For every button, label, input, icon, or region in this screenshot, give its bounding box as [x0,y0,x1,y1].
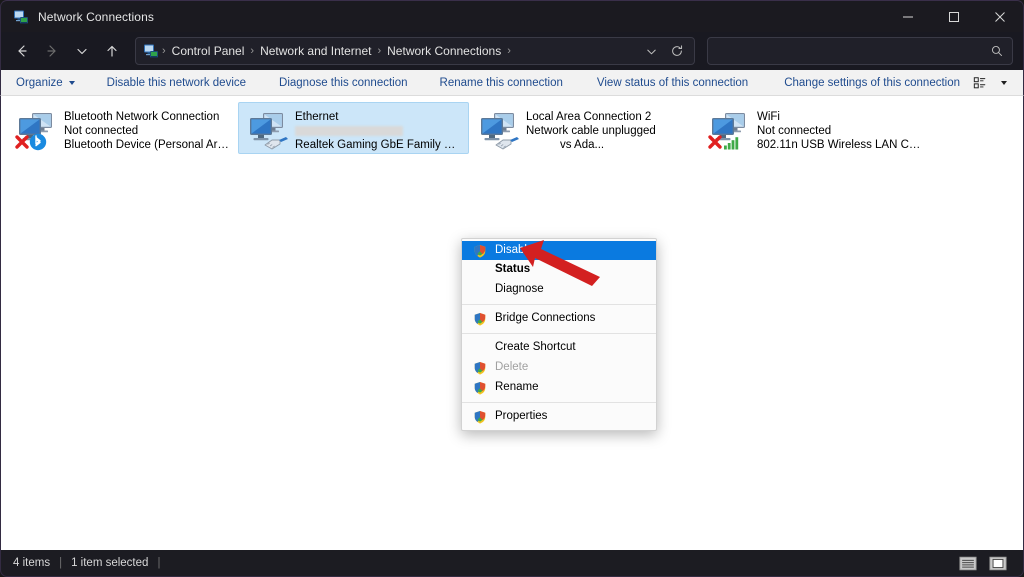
view-status-connection-button[interactable]: View status of this connection [588,74,757,92]
window-controls [885,1,1023,33]
address-bar[interactable]: › Control Panel › Network and Internet ›… [135,37,695,65]
list-item[interactable]: Bluetooth Network Connection Not connect… [7,102,238,154]
organize-button[interactable]: Organize [7,74,84,92]
breadcrumb-control-panel[interactable]: Control Panel [167,42,250,60]
view-mode-buttons [955,553,1017,573]
shield-icon [472,360,488,376]
recent-locations-chevron-down-icon[interactable] [67,37,97,65]
close-icon[interactable] [977,1,1023,33]
disable-network-device-button[interactable]: Disable this network device [98,74,255,92]
control-panel-icon [143,43,159,59]
breadcrumb-network-and-internet[interactable]: Network and Internet [255,42,376,60]
large-icons-view-icon[interactable] [985,553,1011,573]
ethernet-cable-icon [495,137,519,150]
connection-device: vs Ada... [560,139,605,151]
list-item[interactable]: Ethernet Realtek Gaming GbE Family Contr [238,102,469,154]
connection-device: Realtek Gaming GbE Family Contr [295,139,463,151]
connection-name: Bluetooth Network Connection [64,111,220,123]
search-icon [990,44,1004,58]
connection-status: Not connected [64,125,139,137]
shield-icon [472,409,488,425]
breadcrumb-trailing-separator: › [507,45,511,57]
context-menu[interactable]: Disable Status Diagnose Bridge Connectio… [461,238,657,431]
context-menu-label: Rename [495,381,539,394]
address-dropdown-chevron-down-icon[interactable] [638,39,664,63]
wifi-signal-icon [724,137,739,150]
search-box[interactable] [707,37,1013,65]
view-options-chevron-down-icon[interactable] [993,73,1015,93]
context-menu-item-bridge-connections[interactable]: Bridge Connections [462,309,656,329]
forward-arrow-icon[interactable] [37,37,67,65]
menu-separator [462,333,656,334]
command-bar: Organize Disable this network device Dia… [0,70,1024,96]
connection-status-redacted [295,126,403,136]
up-arrow-icon[interactable] [97,37,127,65]
breadcrumb-network-connections[interactable]: Network Connections [382,42,506,60]
status-separator: | [59,557,63,569]
connection-status: Network cable unplugged [526,125,656,137]
network-adapter-icon [707,107,753,153]
diagnose-connection-button[interactable]: Diagnose this connection [270,74,417,92]
context-menu-item-create-shortcut[interactable]: Create Shortcut [462,338,656,358]
navigation-bar: › Control Panel › Network and Internet ›… [0,32,1024,70]
window-title: Network Connections [38,9,154,24]
context-menu-label: Delete [495,361,529,374]
context-menu-item-properties[interactable]: Properties [462,407,656,427]
shield-icon [472,311,488,327]
context-menu-item-disable[interactable]: Disable [462,241,656,260]
connection-device: 802.11n USB Wireless LAN Card [757,139,925,151]
chevron-down-icon [68,80,75,85]
rename-connection-button[interactable]: Rename this connection [431,74,572,92]
context-menu-item-status[interactable]: Status [462,260,656,280]
connection-name: WiFi [757,111,780,123]
ethernet-cable-icon [264,137,288,150]
details-view-icon[interactable] [955,553,981,573]
shield-icon [472,243,488,259]
menu-separator [462,304,656,305]
breadcrumb-separator: › [162,45,166,57]
context-menu-item-delete: Delete [462,358,656,378]
network-adapter-icon [14,107,60,153]
connection-status: Not connected [757,125,832,137]
selection-count-label: 1 item selected [71,557,149,569]
maximize-icon[interactable] [931,1,977,33]
title-bar: Network Connections [0,0,1024,32]
network-connections-window: Network Connections › Control Panel › Ne… [0,0,1024,577]
status-trailing-separator: | [157,557,161,569]
item-count-label: 4 items [13,557,51,569]
minimize-icon[interactable] [885,1,931,33]
context-menu-label: Properties [495,410,548,423]
status-bar: 4 items | 1 item selected | [0,550,1024,577]
list-item[interactable]: WiFi Not connected 802.11n USB Wireless … [700,102,931,154]
network-adapter-icon [245,107,291,153]
change-settings-connection-button[interactable]: Change settings of this connection [775,74,969,92]
network-adapter-icon [476,107,522,153]
list-item[interactable]: Local Area Connection 2 Network cable un… [469,102,700,154]
context-menu-label: Bridge Connections [495,312,596,325]
context-menu-label: Diagnose [495,283,544,296]
command-bar-right-icons: ? [969,73,1024,93]
menu-separator [462,402,656,403]
context-menu-label: Create Shortcut [495,341,576,354]
organize-label: Organize [16,76,63,89]
context-menu-label: Disable [495,243,534,256]
connections-content-area[interactable]: Bluetooth Network Connection Not connect… [0,96,1024,550]
refresh-icon[interactable] [664,39,690,63]
connection-name: Ethernet [295,111,339,123]
network-connections-icon [13,9,29,25]
shield-icon [472,380,488,396]
view-options-icon[interactable] [969,73,991,93]
context-menu-item-diagnose[interactable]: Diagnose [462,280,656,300]
context-menu-item-rename[interactable]: Rename [462,378,656,398]
connection-device: Bluetooth Device (Personal Area ... [64,139,232,151]
context-menu-label: Status [495,263,531,276]
connections-list: Bluetooth Network Connection Not connect… [7,102,1023,154]
back-arrow-icon[interactable] [7,37,37,65]
bluetooth-icon [29,133,47,151]
search-input[interactable] [716,44,990,58]
connection-name: Local Area Connection 2 [526,111,652,123]
